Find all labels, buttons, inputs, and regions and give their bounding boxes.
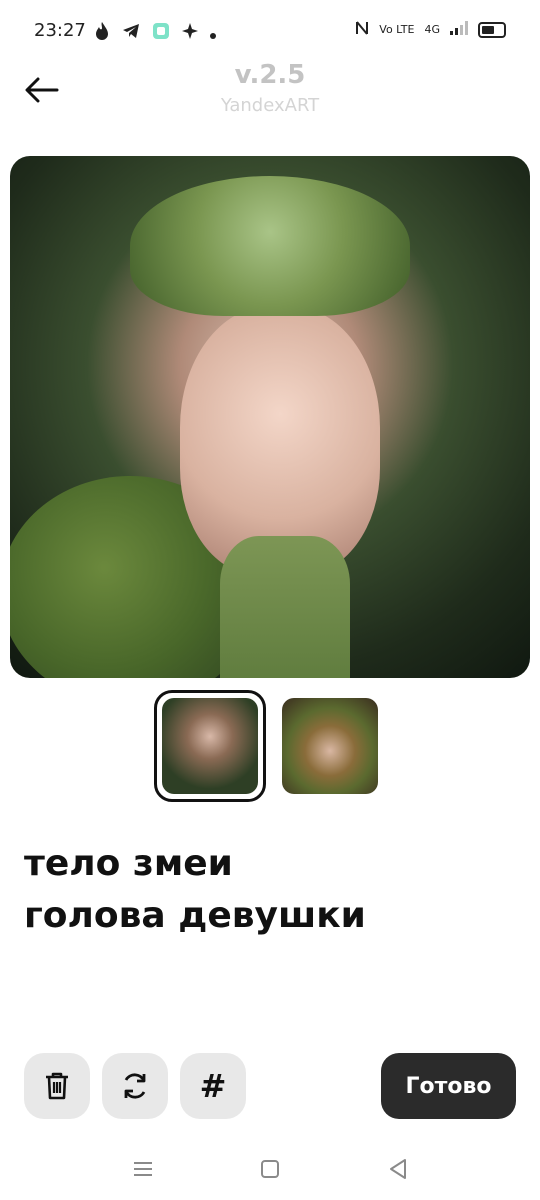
thumbnail-1-image <box>162 698 258 794</box>
page-subtitle: YandexART <box>220 95 320 116</box>
nav-home-button[interactable] <box>255 1154 285 1184</box>
refresh-icon <box>124 1073 146 1099</box>
done-button[interactable]: Готово <box>381 1053 516 1119</box>
delete-button[interactable] <box>24 1053 90 1119</box>
regenerate-button[interactable] <box>102 1053 168 1119</box>
snake-neck-shape <box>220 536 350 678</box>
status-bar: 23:27 Vo LTE 4G <box>0 0 540 64</box>
sparkle-icon <box>182 23 198 43</box>
battery-icon <box>478 21 506 38</box>
signal-icon <box>450 21 468 38</box>
prompt-text: тело змеи голова девушки <box>24 838 516 942</box>
thumbnail-1-selected[interactable] <box>154 690 266 802</box>
system-icons: Vo LTE 4G <box>355 20 506 39</box>
trash-icon <box>46 1072 68 1100</box>
notification-icons <box>94 22 216 44</box>
hashtag-label: # <box>199 1067 227 1105</box>
volte-label: Vo LTE <box>379 23 415 36</box>
prompt-line-2: голова девушки <box>24 895 366 936</box>
dot-icon <box>210 24 216 43</box>
app-notification-icon <box>152 22 170 44</box>
nav-back-button[interactable] <box>383 1154 413 1184</box>
snake-head-shape <box>130 176 410 316</box>
home-square-icon <box>261 1160 279 1178</box>
system-nav-bar <box>0 1140 540 1200</box>
back-triangle-icon <box>390 1159 406 1179</box>
page-title: v.2.5 <box>234 60 306 90</box>
thumbnail-2[interactable] <box>282 698 378 794</box>
menu-icon <box>134 1162 152 1176</box>
prompt-line-1: тело змеи <box>24 843 233 884</box>
nav-menu-button[interactable] <box>128 1154 158 1184</box>
generated-image[interactable] <box>10 156 530 678</box>
nfc-icon <box>355 20 369 39</box>
hashtag-button[interactable]: # <box>180 1053 246 1119</box>
flame-icon <box>94 22 110 44</box>
status-time: 23:27 <box>34 20 86 41</box>
telegram-icon <box>122 23 140 43</box>
network-label: 4G <box>424 23 440 36</box>
